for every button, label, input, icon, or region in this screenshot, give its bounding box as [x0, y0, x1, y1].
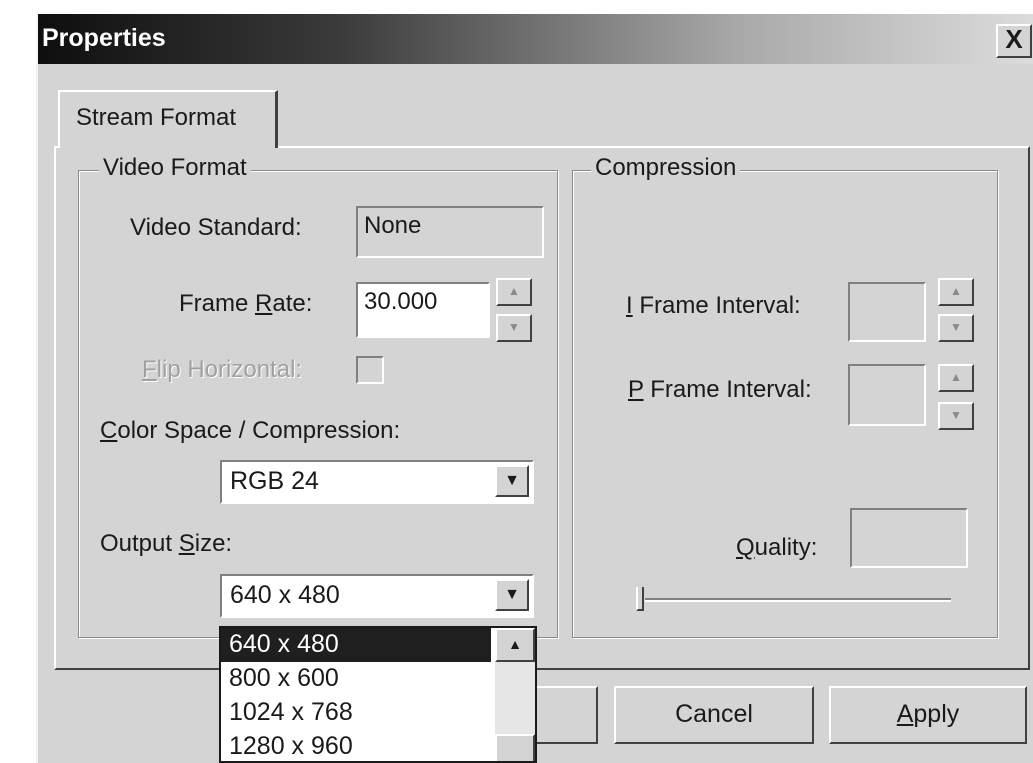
output-size-option[interactable]: 800 x 600: [229, 664, 339, 693]
i-frame-up-button[interactable]: ▲: [938, 278, 974, 306]
video-standard-value: None: [364, 212, 422, 239]
p-frame-interval-input[interactable]: [848, 364, 926, 426]
scroll-up-icon[interactable]: ▲: [495, 628, 535, 662]
close-button[interactable]: X: [996, 24, 1032, 58]
p-frame-interval-label: P Frame Interval:: [628, 376, 812, 403]
apply-button[interactable]: Apply: [829, 686, 1027, 744]
chevron-down-icon[interactable]: ▼: [495, 465, 529, 497]
compression-legend: Compression: [591, 154, 741, 182]
frame-rate-value: 30.000: [364, 288, 438, 315]
output-size-select[interactable]: 640 x 480 ▼: [220, 574, 534, 618]
output-size-label: Output Size:: [100, 530, 233, 557]
title-bar[interactable]: Properties: [38, 14, 1033, 64]
i-frame-interval-label: I Frame Interval:: [626, 292, 801, 319]
output-size-option[interactable]: 1280 x 960: [229, 732, 353, 761]
video-standard-label: Video Standard:: [130, 214, 302, 241]
frame-rate-down-button[interactable]: ▼: [496, 314, 532, 342]
color-space-select[interactable]: RGB 24 ▼: [220, 460, 534, 504]
quality-slider-thumb[interactable]: [636, 587, 644, 611]
color-space-value: RGB 24: [230, 467, 319, 495]
frame-rate-up-button[interactable]: ▲: [496, 278, 532, 306]
flip-horizontal-label: Flip Horizontal:: [142, 356, 303, 383]
scroll-thumb[interactable]: [495, 734, 535, 761]
output-size-value: 640 x 480: [230, 581, 340, 609]
cancel-button[interactable]: Cancel: [614, 686, 814, 744]
tab-label: Stream Format: [76, 104, 237, 131]
dropdown-scrollbar[interactable]: ▲: [495, 628, 535, 761]
p-frame-up-button[interactable]: ▲: [938, 364, 974, 392]
chevron-down-icon[interactable]: ▼: [495, 579, 529, 611]
output-size-dropdown-list: 640 x 480 800 x 600 1024 x 768 1280 x 96…: [219, 626, 537, 763]
frame-rate-input[interactable]: 30.000: [356, 282, 490, 338]
tab-stream-format[interactable]: Stream Format: [58, 90, 278, 148]
quality-label: Quality:: [736, 534, 818, 561]
video-standard-field: None: [356, 206, 544, 258]
i-frame-interval-input[interactable]: [848, 282, 926, 342]
p-frame-down-button[interactable]: ▼: [938, 402, 974, 430]
color-space-label: Color Space / Compression:: [100, 417, 401, 444]
video-format-legend: Video Format: [99, 154, 251, 182]
i-frame-down-button[interactable]: ▼: [938, 314, 974, 342]
quality-input[interactable]: [850, 508, 968, 568]
quality-slider-track[interactable]: [645, 598, 951, 602]
frame-rate-label: Frame Rate:: [179, 290, 313, 317]
flip-horizontal-checkbox[interactable]: [356, 356, 384, 384]
output-size-option[interactable]: 1024 x 768: [229, 698, 353, 727]
output-size-option[interactable]: 640 x 480: [229, 630, 339, 659]
dialog-title: Properties: [42, 24, 166, 52]
